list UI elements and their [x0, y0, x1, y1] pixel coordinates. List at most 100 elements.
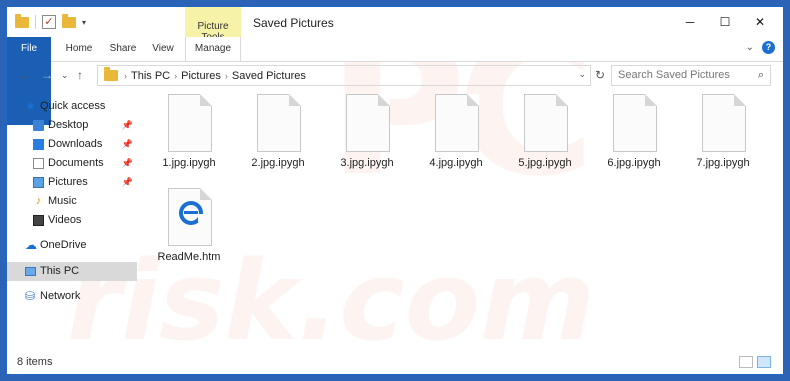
customize-toolbar-icon[interactable]: ▾	[82, 18, 86, 27]
file-list: 1.jpg.ipygh 2.jpg.ipygh 3.jpg.ipygh 4.jp…	[147, 91, 783, 353]
file-item[interactable]: 5.jpg.ipygh	[503, 91, 587, 179]
nav-item-label: Network	[40, 290, 81, 302]
file-name: 2.jpg.ipygh	[251, 157, 305, 169]
navigation-pane: ★ Quick access Desktop 📌 Downloads 📌 Doc…	[7, 95, 137, 345]
file-name: 3.jpg.ipygh	[340, 157, 394, 169]
edge-logo-icon	[179, 201, 204, 225]
file-item[interactable]: ReadMe.htm	[147, 185, 231, 273]
blank-file-icon	[613, 94, 657, 152]
breadcrumb-this-pc[interactable]: This PC	[131, 70, 170, 82]
breadcrumb-saved-pictures[interactable]: Saved Pictures	[232, 70, 306, 82]
file-item[interactable]: 7.jpg.ipygh	[681, 91, 765, 179]
blank-file-icon	[257, 94, 301, 152]
address-dropdown-icon[interactable]: ⌄	[578, 69, 586, 80]
nav-item-label: Documents	[48, 157, 104, 169]
blank-file-icon	[702, 94, 746, 152]
folder-icon	[104, 67, 118, 81]
search-icon[interactable]: ⌕	[758, 66, 764, 85]
chevron-down-icon[interactable]: ⌄	[746, 42, 754, 53]
nav-item-music[interactable]: ♪ Music	[7, 192, 137, 211]
music-icon: ♪	[35, 195, 42, 207]
nav-item-label: This PC	[40, 265, 80, 277]
navigation-bar: ← → ⌄ ↑ › This PC › Pictures › Saved Pic…	[7, 62, 783, 90]
window-title: Saved Pictures	[253, 16, 334, 30]
star-icon: ★	[25, 99, 36, 113]
toolbar-divider	[35, 15, 36, 29]
address-bar[interactable]: › This PC › Pictures › Saved Pictures ⌄	[97, 65, 591, 86]
new-folder-icon[interactable]	[62, 13, 76, 28]
tab-share[interactable]: Share	[101, 37, 145, 61]
nav-item-desktop[interactable]: Desktop 📌	[7, 116, 137, 135]
tab-view[interactable]: View	[145, 37, 181, 61]
file-item[interactable]: 3.jpg.ipygh	[325, 91, 409, 179]
chevron-right-icon[interactable]: ›	[174, 71, 177, 81]
file-name: 6.jpg.ipygh	[607, 157, 661, 169]
picture-tools-header: Picture Tools	[185, 7, 241, 43]
up-arrow-icon[interactable]: ↑	[77, 68, 83, 82]
nav-item-onedrive[interactable]: ☁ OneDrive	[7, 236, 137, 255]
file-name: ReadMe.htm	[157, 251, 221, 263]
desktop-icon	[33, 120, 44, 131]
forward-arrow-icon[interactable]: →	[41, 68, 53, 82]
file-name: 1.jpg.ipygh	[162, 157, 216, 169]
nav-item-downloads[interactable]: Downloads 📌	[7, 135, 137, 154]
ribbon-tabs: File Home Share View Manage ⌄ ?	[7, 37, 783, 125]
chevron-right-icon[interactable]: ›	[225, 71, 228, 81]
nav-item-quick-access[interactable]: ★ Quick access	[7, 97, 137, 116]
minimize-button[interactable]: ─	[674, 7, 706, 37]
quick-access-toolbar: ✓ ▾	[15, 13, 86, 29]
file-item[interactable]: 2.jpg.ipygh	[236, 91, 320, 179]
network-icon: ⛁	[25, 289, 36, 303]
explorer-window: PC risk.com ✓ ▾ Picture Tools Saved Pict…	[6, 6, 784, 375]
maximize-button[interactable]: ☐	[709, 7, 741, 37]
nav-item-this-pc[interactable]: This PC	[7, 262, 137, 281]
ribbon-controls: ⌄ ?	[746, 41, 775, 54]
pictures-icon	[33, 177, 44, 188]
nav-item-label: Desktop	[48, 119, 89, 131]
nav-item-videos[interactable]: Videos	[7, 211, 137, 230]
pin-icon[interactable]: 📌	[122, 173, 133, 192]
close-button[interactable]: ✕	[744, 7, 776, 37]
back-arrow-icon[interactable]: ←	[19, 68, 31, 82]
download-icon	[33, 139, 44, 150]
tab-manage[interactable]: Manage	[185, 37, 241, 61]
title-bar: ✓ ▾ Picture Tools Saved Pictures ─ ☐ ✕	[7, 7, 783, 43]
details-view-icon[interactable]	[739, 356, 753, 368]
documents-icon	[33, 158, 44, 169]
edge-html-icon	[168, 188, 212, 246]
breadcrumb-pictures[interactable]: Pictures	[181, 70, 221, 82]
status-bar: 8 items	[7, 352, 783, 374]
file-name: 4.jpg.ipygh	[429, 157, 483, 169]
recent-locations-icon[interactable]: ⌄	[61, 70, 69, 81]
pin-icon[interactable]: 📌	[122, 154, 133, 173]
pin-icon[interactable]: 📌	[122, 116, 133, 135]
large-icons-view-icon[interactable]	[757, 356, 771, 368]
item-count: 8 items	[17, 356, 53, 368]
search-placeholder: Search Saved Pictures	[618, 69, 730, 81]
nav-item-label: Music	[48, 195, 77, 207]
nav-item-label: OneDrive	[40, 239, 87, 251]
computer-icon	[25, 267, 36, 276]
nav-item-label: Quick access	[40, 100, 106, 112]
search-input[interactable]: Search Saved Pictures ⌕	[611, 65, 771, 86]
pin-icon[interactable]: 📌	[122, 135, 133, 154]
blank-file-icon	[524, 94, 568, 152]
properties-icon[interactable]: ✓	[42, 15, 56, 29]
refresh-icon[interactable]: ↻	[595, 68, 605, 82]
nav-item-pictures[interactable]: Pictures 📌	[7, 173, 137, 192]
nav-item-network[interactable]: ⛁ Network	[7, 287, 137, 306]
file-name: 5.jpg.ipygh	[518, 157, 572, 169]
file-item[interactable]: 1.jpg.ipygh	[147, 91, 231, 179]
folder-icon	[15, 13, 29, 28]
file-item[interactable]: 4.jpg.ipygh	[414, 91, 498, 179]
file-item[interactable]: 6.jpg.ipygh	[592, 91, 676, 179]
blank-file-icon	[168, 94, 212, 152]
file-name: 7.jpg.ipygh	[696, 157, 750, 169]
blank-file-icon	[435, 94, 479, 152]
nav-item-label: Downloads	[48, 138, 103, 150]
nav-item-documents[interactable]: Documents 📌	[7, 154, 137, 173]
tab-home[interactable]: Home	[57, 37, 101, 61]
chevron-right-icon[interactable]: ›	[124, 71, 127, 81]
videos-icon	[33, 215, 44, 226]
help-icon[interactable]: ?	[762, 41, 775, 54]
